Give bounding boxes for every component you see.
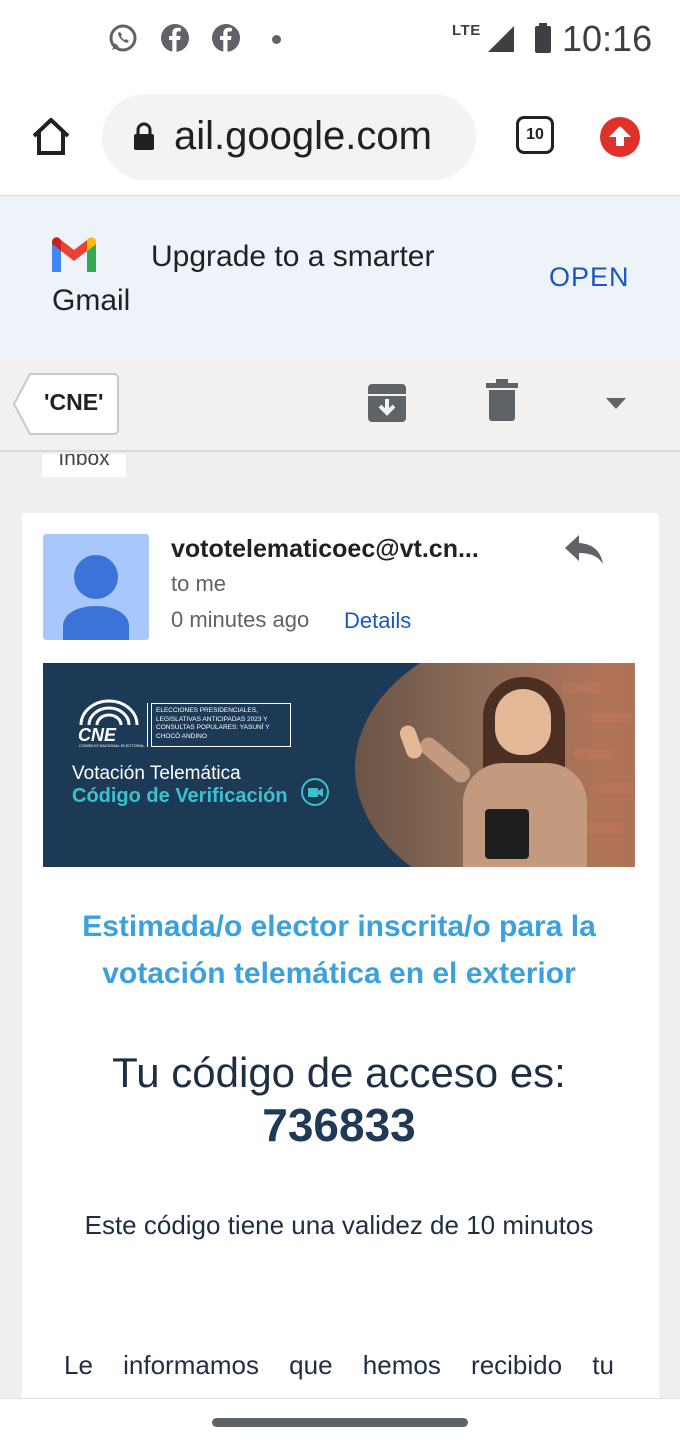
brick-detail xyxy=(583,823,623,833)
banner-subtitle: Código de Verificación xyxy=(72,785,288,807)
brick-detail xyxy=(591,713,631,723)
thread-toolbar: 'CNE' xyxy=(0,358,680,452)
network-type: LTE xyxy=(452,22,481,39)
browser-toolbar: ail.google.com 10 xyxy=(0,80,680,196)
battery-icon xyxy=(535,23,551,53)
email-banner-image: CNE CONSEJO NACIONAL ELECTORAL ELECCIONE… xyxy=(43,663,635,867)
open-app-button[interactable]: OPEN xyxy=(549,262,630,293)
details-link[interactable]: Details xyxy=(344,608,411,634)
brick-detail xyxy=(573,749,611,759)
banner-divider xyxy=(147,703,148,747)
banner-person-face xyxy=(495,689,551,755)
video-badge-icon xyxy=(301,778,329,806)
cne-logo-subtext: CONSEJO NACIONAL ELECTORAL xyxy=(79,743,145,748)
reply-icon[interactable] xyxy=(563,533,605,565)
promo-text: Upgrade to a smarter xyxy=(151,240,435,273)
update-available-button[interactable] xyxy=(600,117,640,157)
chevron-down-icon[interactable] xyxy=(604,396,628,410)
signal-icon xyxy=(488,26,514,52)
label-chip-inbox[interactable]: Inbox xyxy=(42,454,126,477)
banner-person-tablet xyxy=(485,809,529,859)
camera-icon xyxy=(308,788,323,797)
gmail-app-promo: Gmail Upgrade to a smarter OPEN xyxy=(0,196,680,358)
status-bar: LTE 10:16 xyxy=(0,0,680,80)
sender-address[interactable]: vototelematicoec@vt.cn... xyxy=(171,535,479,564)
gmail-wordmark: Gmail xyxy=(52,284,131,317)
system-navigation-bar xyxy=(0,1398,680,1448)
home-icon[interactable] xyxy=(28,114,74,160)
brick-detail xyxy=(599,783,633,793)
lock-icon xyxy=(134,122,154,150)
more-notifications-dot-icon xyxy=(272,35,281,44)
address-bar[interactable]: ail.google.com xyxy=(102,94,476,180)
message-timestamp: 0 minutes ago xyxy=(171,607,310,632)
banner-title: Votación Telemática xyxy=(72,763,241,784)
arrow-up-icon xyxy=(609,126,631,146)
trash-icon[interactable] xyxy=(484,378,520,422)
tab-switcher-button[interactable]: 10 xyxy=(516,116,554,154)
facebook-icon xyxy=(212,24,240,52)
recipient-text: to me xyxy=(171,571,227,596)
facebook-icon xyxy=(161,24,189,52)
email-greeting: Estimada/o elector inscrita/o para la vo… xyxy=(82,910,596,990)
access-code-intro: Tu código de acceso es: xyxy=(112,1049,566,1096)
code-validity-text: Este código tiene una validez de 10 minu… xyxy=(84,1210,594,1240)
person-icon xyxy=(63,555,129,640)
home-gesture-handle[interactable] xyxy=(212,1418,468,1427)
search-query-label: 'CNE' xyxy=(44,389,104,415)
url-text: ail.google.com xyxy=(174,114,432,158)
message-card: vototelematicoec@vt.cn... to me 0 minute… xyxy=(22,513,659,1403)
election-title: ELECCIONES PRESIDENCIALES, LEGISLATIVAS … xyxy=(151,703,291,747)
info-paragraph: Le informamos que hemos recibido tu xyxy=(64,1350,614,1380)
avatar[interactable] xyxy=(43,534,149,640)
clock: 10:16 xyxy=(562,18,653,59)
access-code: 736833 xyxy=(262,1099,416,1151)
cne-logo-icon xyxy=(79,699,139,726)
whatsapp-icon xyxy=(109,24,137,52)
gmail-logo-icon xyxy=(52,237,96,272)
archive-icon[interactable] xyxy=(366,382,408,424)
brick-detail xyxy=(563,683,599,693)
